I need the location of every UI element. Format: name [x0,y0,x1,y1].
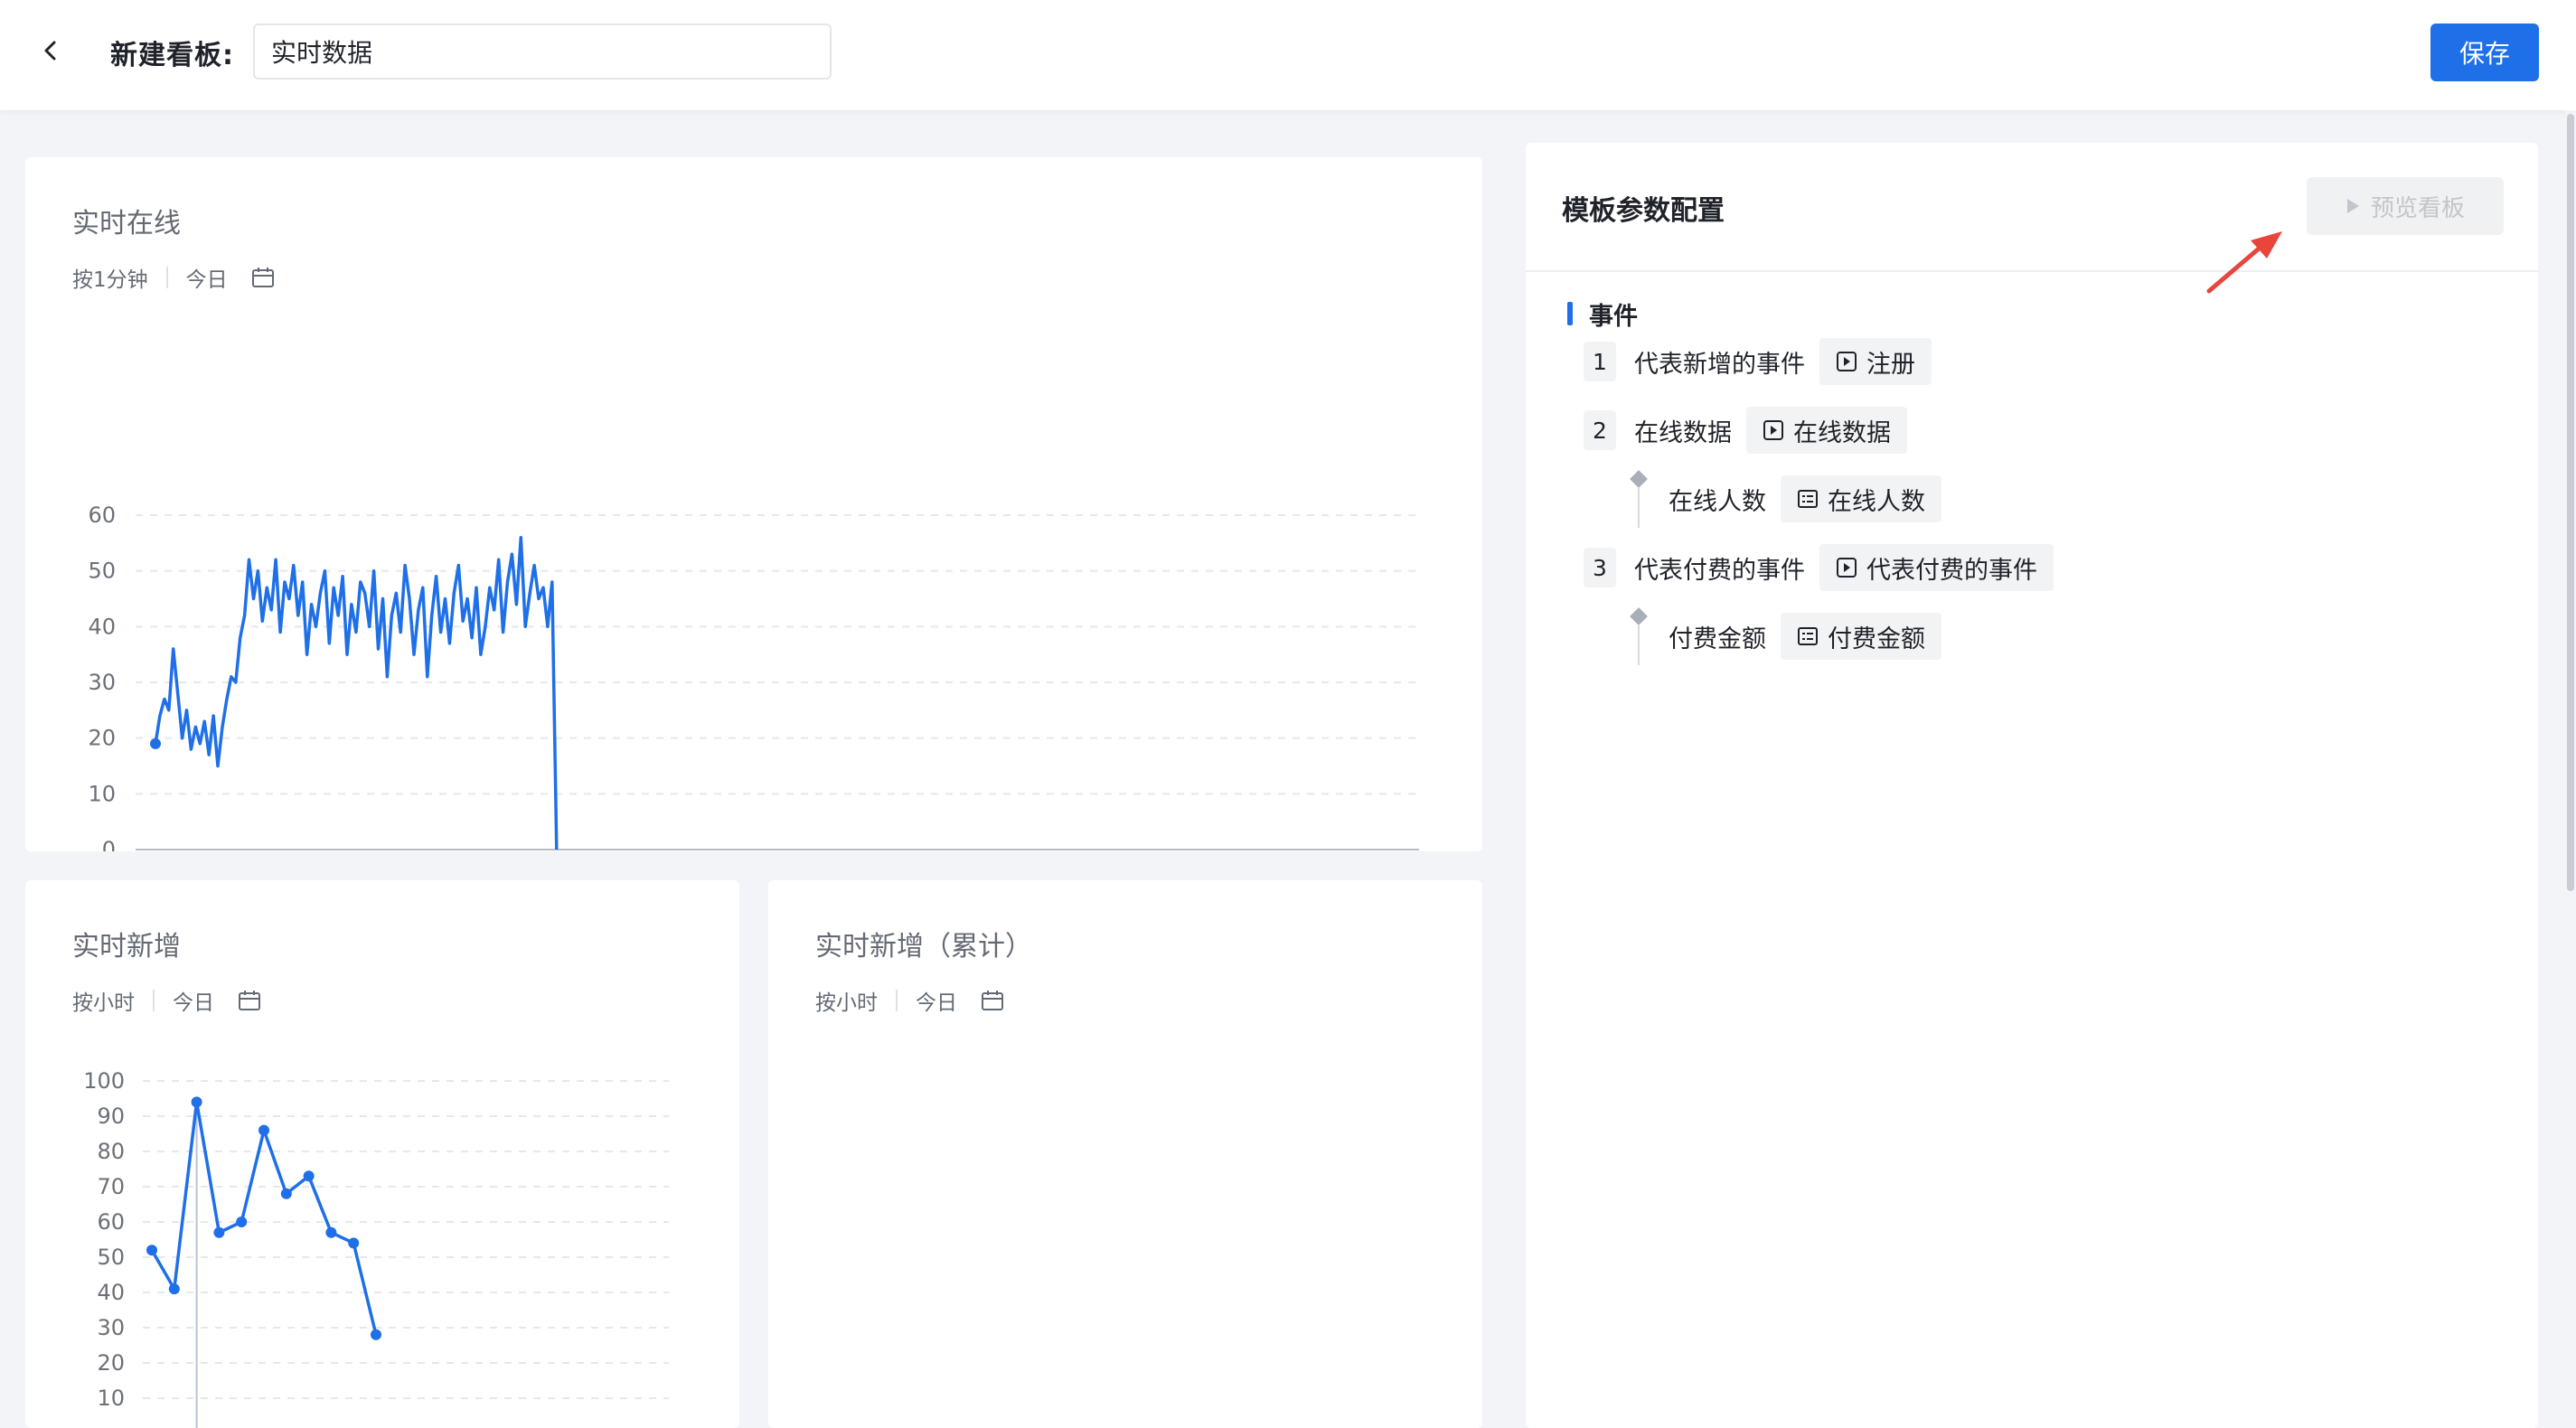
page-scrollbar-thumb[interactable] [2567,114,2574,891]
event-selector-chip[interactable]: 注册 [1819,338,1932,385]
granularity-selector[interactable]: 按小时 [815,985,878,1016]
param-label: 付费金额 [1669,625,1766,653]
data-point [146,1245,157,1256]
y-tick-label: 90 [97,1104,125,1129]
event-icon [1763,420,1783,440]
data-point [259,1124,269,1136]
param-label: 代表新增的事件 [1634,350,1805,379]
data-point [213,1226,225,1238]
online-users-chart: 01020304050602022-12-13 00:002022-12-13 … [88,503,1419,851]
row-index: 3 [1584,548,1616,587]
chevron-left-icon [44,41,56,61]
board-name-label: 新建看板: [110,40,234,71]
y-tick-label: 40 [97,1280,125,1305]
section-label-events: 事件 [1589,303,1638,331]
series-line [154,535,559,850]
data-point [303,1170,315,1182]
param-label: 在线数据 [1634,418,1732,447]
panel-title: 模板参数配置 [1562,195,1725,227]
event-param-row: 1 代表新增的事件 注册 [1584,338,1932,385]
y-tick-label: 60 [97,1209,125,1235]
chip-label: 在线数据 [1793,418,1891,447]
tree-branch-line [1638,488,1640,528]
data-point [236,1217,248,1227]
y-tick-label: 40 [88,614,116,639]
divider [896,990,898,1011]
section-accent-bar [1567,302,1573,325]
property-selector-chip[interactable]: 在线人数 [1781,475,1941,522]
top-bar: 新建看板: 保存 [0,0,2576,110]
series-line [150,1100,378,1336]
new-users-card: 实时新增 按小时 今日 10 20 30 40 50 60 70 80 90 100 [25,880,739,1428]
y-tick-label: 10 [88,781,116,806]
chip-label: 注册 [1866,350,1915,379]
property-icon [1798,490,1818,508]
y-tick-label: 50 [88,559,116,584]
tree-node-marker [1630,607,1648,625]
y-tick-label: 30 [88,670,116,695]
y-tick-label: 50 [97,1245,125,1270]
event-icon [1837,558,1857,578]
y-tick-label: 0 [102,837,116,851]
calendar-icon[interactable] [981,990,1004,1011]
y-tick-label: 100 [83,1068,125,1094]
event-selector-chip[interactable]: 在线数据 [1746,407,1907,454]
card-title: 实时新增（累计） [815,931,1032,963]
divider [1526,270,2538,272]
y-tick-label: 20 [97,1350,125,1376]
chip-label: 代表付费的事件 [1866,556,2037,585]
event-icon [1837,352,1857,371]
y-tick-label: 20 [88,726,116,751]
new-users-chart: 10 20 30 40 50 60 70 80 90 100 [83,1068,669,1428]
y-tick-label: 70 [97,1174,125,1199]
param-label: 代表付费的事件 [1634,556,1805,585]
tree-node-marker [1630,470,1648,488]
y-tick-label: 10 [97,1386,125,1411]
online-users-card: 实时在线 按1分钟 今日 01020304050602022-12-13 00:… [25,157,1482,851]
data-point [325,1226,337,1238]
back-button[interactable] [34,34,67,67]
y-tick-label: 80 [97,1139,125,1164]
template-params-panel: 模板参数配置 预览看板 事件 1 代表新增的事件 注册 2 在线数据 在线数据 … [1526,143,2538,1428]
y-tick-label: 60 [88,503,116,528]
chip-label: 在线人数 [1828,487,1925,516]
preview-board-label: 预览看板 [2370,194,2465,222]
data-point [168,1283,180,1295]
data-point [280,1188,292,1199]
cumulative-new-users-card: 实时新增（累计） 按小时 今日 [768,880,1482,1428]
data-point [191,1096,202,1108]
card-meta: 按小时 今日 [815,985,1004,1016]
event-selector-chip[interactable]: 代表付费的事件 [1819,544,2054,591]
param-label: 在线人数 [1669,487,1766,516]
event-param-row: 3 代表付费的事件 代表付费的事件 [1584,544,2054,591]
board-name-input[interactable] [253,23,832,80]
property-param-row: 付费金额 付费金额 [1669,613,1941,660]
y-tick-label: 30 [97,1315,125,1340]
save-button[interactable]: 保存 [2430,23,2539,81]
tree-branch-line [1638,625,1640,665]
event-param-row: 2 在线数据 在线数据 [1584,407,1907,454]
chip-label: 付费金额 [1828,625,1925,653]
row-index: 2 [1584,410,1616,450]
data-point [371,1329,381,1340]
date-range-label[interactable]: 今日 [916,985,957,1016]
property-icon [1798,627,1818,645]
data-point [150,737,161,749]
property-param-row: 在线人数 在线人数 [1669,475,1941,522]
data-point [348,1237,360,1249]
preview-board-button[interactable]: 预览看板 [2307,177,2504,235]
property-selector-chip[interactable]: 付费金额 [1781,613,1941,660]
play-icon [2346,199,2359,213]
row-index: 1 [1584,342,1616,381]
